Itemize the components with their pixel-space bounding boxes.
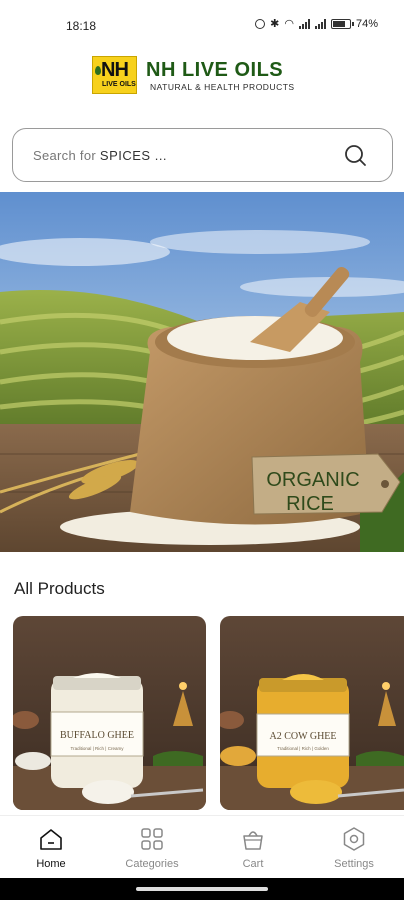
battery-percent: 74% <box>355 17 378 30</box>
product-card[interactable]: A2 COW GHEE Traditional | Rich | Golden <box>220 616 404 810</box>
product-image: BUFFALO GHEE Traditional | Rich | Creamy <box>13 616 206 810</box>
search-bar[interactable]: Search for SPICES ... <box>12 128 393 182</box>
cart-icon <box>243 831 263 850</box>
signal-icon-2 <box>314 18 326 29</box>
brand-tagline: NATURAL & HEALTH PRODUCTS <box>150 82 295 92</box>
search-placeholder-prefix: Search for <box>33 148 96 163</box>
banner-tag-line1: ORGANIC <box>266 469 359 491</box>
wifi-icon: ◠ <box>284 18 294 30</box>
banner-image: ORGANIC RICE <box>0 192 404 552</box>
product-label-line2: Traditional | Rich | Golden <box>277 746 329 751</box>
signal-icon <box>298 18 310 29</box>
nav-item-categories[interactable]: Categories <box>112 826 192 870</box>
nav-label-home: Home <box>36 858 66 870</box>
battery-icon <box>330 18 354 29</box>
brand-logo: NH LIVE OILS <box>92 56 137 94</box>
nav-label-cart: Cart <box>242 858 264 870</box>
section-title-all-products: All Products <box>14 579 105 598</box>
categories-icon <box>141 828 163 850</box>
status-bar: 18:18 ✱ ◠ 74% <box>0 0 404 44</box>
nav-item-settings[interactable]: Settings <box>314 826 394 870</box>
settings-icon <box>343 827 365 851</box>
nav-item-cart[interactable]: Cart <box>213 826 293 870</box>
nav-label-categories: Categories <box>125 858 179 870</box>
promo-banner[interactable]: ORGANIC RICE <box>0 192 404 552</box>
brand-header[interactable]: NH LIVE OILS NH LIVE OILS NATURAL & HEAL… <box>92 56 322 96</box>
product-card[interactable]: BUFFALO GHEE Traditional | Rich | Creamy <box>13 616 206 810</box>
nav-label-settings: Settings <box>334 858 374 870</box>
product-label-line2: Traditional | Rich | Creamy <box>71 746 125 751</box>
home-indicator[interactable] <box>136 887 268 891</box>
banner-tag-line2: RICE <box>286 493 334 515</box>
status-time: 18:18 <box>66 19 97 33</box>
product-image: A2 COW GHEE Traditional | Rich | Golden <box>220 616 404 810</box>
logo-text: NH <box>101 59 129 81</box>
product-label-line1: BUFFALO GHEE <box>60 730 134 741</box>
bluetooth-icon: ✱ <box>270 18 280 30</box>
search-placeholder-term: SPICES ... <box>99 148 168 163</box>
search-icon[interactable] <box>344 144 368 168</box>
search-placeholder[interactable]: Search for SPICES ... <box>33 148 167 163</box>
logo-subtext: LIVE OILS <box>102 81 136 88</box>
bottom-nav: Home Categories Cart Settings <box>0 815 404 877</box>
nav-item-home[interactable]: Home <box>11 826 91 870</box>
alarm-icon <box>255 18 266 29</box>
status-icons: ✱ ◠ 74% <box>255 17 378 30</box>
brand-name: NH LIVE OILS <box>146 59 284 81</box>
home-icon <box>40 829 62 850</box>
product-label-line1: A2 COW GHEE <box>269 731 336 742</box>
